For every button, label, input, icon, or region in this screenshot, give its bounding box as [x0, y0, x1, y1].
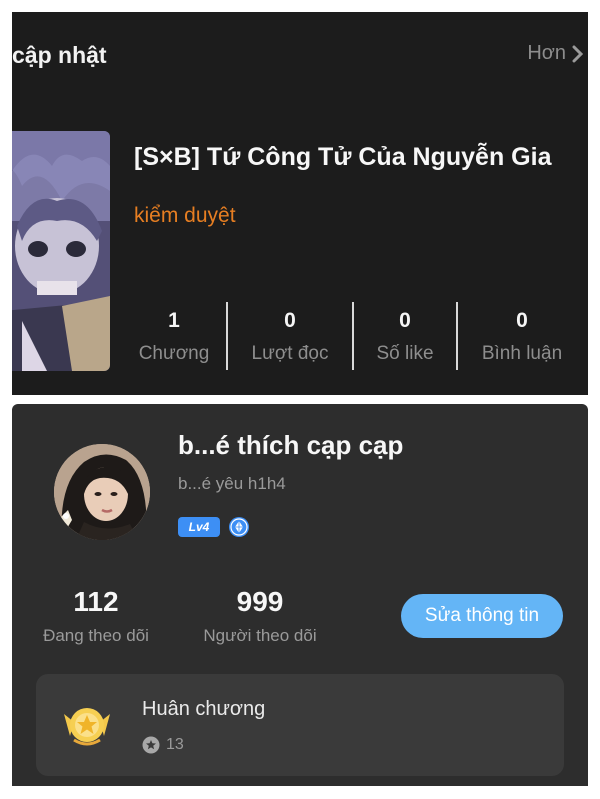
stat-comments: 0 Bình luận	[458, 302, 586, 372]
section-title: cập nhật	[12, 42, 107, 68]
username: b...é thích cạp cạp	[178, 430, 404, 460]
stat-value: 1	[168, 309, 180, 332]
chevron-right-icon	[572, 45, 584, 62]
medal-title: Huân chương	[142, 698, 266, 720]
diamond-badge-icon[interactable]	[228, 516, 250, 538]
followers-stat[interactable]: 999 Người theo dõi	[192, 586, 328, 646]
avatar[interactable]	[54, 444, 150, 540]
stat-value: 0	[516, 309, 528, 332]
stat-label: Số like	[376, 343, 434, 364]
stat-label: Bình luận	[481, 343, 563, 364]
book-cover[interactable]	[12, 131, 110, 371]
badges: Lv4	[178, 516, 250, 538]
more-label: Hơn	[527, 42, 566, 64]
avatar-image	[54, 444, 150, 540]
following-label: Đang theo dõi	[43, 626, 149, 645]
book-cover-image	[12, 131, 110, 371]
book-update-panel: cập nhật Hơn [S×B] Tứ Công Tử Của Nguyễn…	[12, 12, 588, 395]
medal-count-value: 13	[166, 736, 184, 753]
stat-reads: 0 Lượt đọc	[228, 302, 352, 372]
medal-card[interactable]: Huân chương 13	[36, 674, 564, 776]
stat-likes: 0 Số like	[354, 302, 456, 372]
book-status: kiểm duyệt	[134, 204, 236, 227]
medal-count: 13	[142, 736, 184, 754]
stat-chapters: 1 Chương	[122, 302, 226, 372]
followers-count: 999	[236, 586, 284, 617]
stat-value: 0	[284, 309, 296, 332]
bio: b...é yêu h1h4	[178, 474, 286, 493]
stat-label: Lượt đọc	[251, 343, 329, 364]
profile-panel: b...é thích cạp cạp b...é yêu h1h4 Lv4 1…	[12, 404, 588, 786]
stat-label: Chương	[138, 343, 210, 364]
level-badge[interactable]: Lv4	[178, 517, 220, 537]
book-title[interactable]: [S×B] Tứ Công Tử Của Nguyễn Gia	[134, 143, 551, 172]
following-stat[interactable]: 112 Đang theo dõi	[34, 586, 158, 646]
book-stats: 1 Chương 0 Lượt đọc 0 Số like 0 Bình luậ…	[122, 302, 588, 372]
followers-label: Người theo dõi	[203, 626, 317, 645]
star-circle-icon	[142, 736, 160, 754]
edit-profile-button[interactable]: Sửa thông tin	[401, 594, 563, 638]
stat-value: 0	[399, 309, 411, 332]
medal-icon	[64, 708, 110, 746]
following-count: 112	[73, 586, 119, 617]
more-link[interactable]: Hơn	[527, 42, 584, 65]
